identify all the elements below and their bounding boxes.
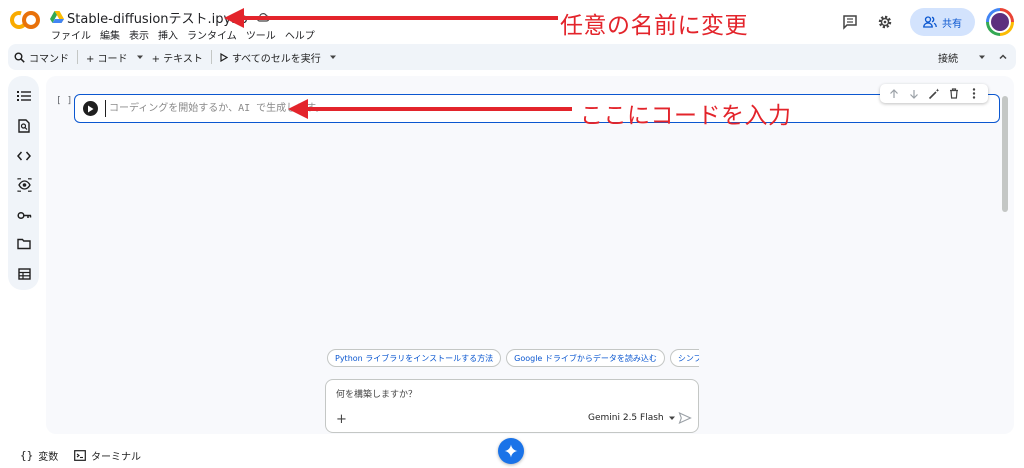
left-sidebar	[8, 76, 39, 290]
connect-button[interactable]: 接続	[938, 50, 958, 65]
annotation-code-here: ここにコードを入力	[580, 103, 792, 129]
add-code-label: + コード	[86, 53, 128, 65]
menu-edit[interactable]: 編集	[100, 27, 120, 42]
more-options-button[interactable]	[967, 87, 981, 101]
eye-icon	[16, 178, 32, 192]
sidebar-item-data-table[interactable]	[16, 266, 32, 282]
run-cell-button[interactable]	[83, 101, 98, 116]
annotation-arrow	[288, 99, 572, 119]
sidebar-item-search[interactable]	[16, 118, 32, 134]
caret-down-icon	[668, 416, 675, 420]
toolbar-divider	[210, 50, 212, 64]
gemini-button[interactable]	[498, 438, 524, 464]
annotation-arrow	[224, 8, 558, 28]
arrow-down-icon	[910, 89, 918, 99]
avatar-image	[989, 11, 1011, 33]
run-all-dropdown[interactable]	[327, 46, 339, 68]
search-icon	[14, 52, 25, 63]
gemini-prompt-box: + Gemini 2.5 Flash	[325, 379, 699, 433]
settings-button[interactable]	[872, 9, 898, 35]
comments-button[interactable]	[837, 9, 863, 35]
caret-down-icon	[329, 55, 336, 59]
menu-view[interactable]: 表示	[129, 27, 149, 42]
play-outline-icon	[220, 52, 228, 62]
cell-toolbar	[880, 84, 988, 103]
magic-wand-icon	[928, 88, 940, 99]
variables-icon: {}	[20, 449, 34, 462]
command-label: コマンド	[29, 53, 69, 65]
suggestion-chip[interactable]: Python ライブラリをインストールする方法	[327, 349, 502, 367]
sidebar-item-variables[interactable]	[16, 177, 32, 193]
cell-execution-count: [ ]	[56, 96, 73, 106]
model-name: Gemini 2.5 Flash	[588, 413, 664, 423]
command-palette-button[interactable]: コマンド	[8, 46, 75, 68]
run-all-label: すべてのセルを実行	[231, 53, 321, 65]
share-label: 共有	[942, 18, 962, 30]
toolbar-divider	[77, 50, 78, 64]
comment-icon	[843, 15, 857, 30]
trash-icon	[950, 88, 958, 99]
terminal-label: ターミナル	[91, 452, 141, 463]
caret-down-icon	[136, 55, 143, 59]
add-code-dropdown[interactable]	[134, 46, 146, 68]
variables-label: 変数	[38, 452, 59, 463]
suggestion-chip[interactable]: シンプルな M	[669, 349, 699, 367]
sparkle-icon	[504, 444, 518, 458]
chevron-up-icon[interactable]	[998, 52, 1008, 62]
suggestion-chip[interactable]: Google ドライブからデータを読み込む	[506, 349, 665, 367]
add-code-button[interactable]: + コード	[80, 46, 134, 68]
notebook-title[interactable]: Stable-diffusionテスト.ipynb	[67, 8, 248, 27]
people-icon	[923, 16, 937, 28]
toc-icon	[17, 91, 31, 101]
header-actions: 共有	[828, 8, 1014, 36]
delete-cell-button[interactable]	[947, 87, 961, 101]
terminal-icon	[74, 450, 86, 461]
table-icon	[17, 268, 31, 280]
menu-file[interactable]: ファイル	[51, 27, 91, 42]
gear-icon	[878, 15, 892, 29]
model-selector[interactable]: Gemini 2.5 Flash	[588, 413, 676, 423]
find-in-page-icon	[18, 119, 30, 133]
more-vert-icon	[972, 88, 976, 99]
folder-icon	[17, 238, 31, 250]
arrow-up-icon	[890, 88, 898, 98]
add-text-button[interactable]: + テキスト	[146, 46, 209, 68]
run-all-button[interactable]: すべてのセルを実行	[214, 46, 327, 68]
add-attachment-icon[interactable]: +	[336, 412, 347, 427]
add-text-label: + テキスト	[151, 53, 203, 65]
sidebar-item-code-snippets[interactable]	[16, 148, 32, 164]
code-icon	[17, 151, 31, 161]
play-icon	[88, 105, 94, 112]
annotation-rename: 任意の名前に変更	[560, 13, 748, 39]
sidebar-item-files[interactable]	[16, 236, 32, 252]
share-button[interactable]: 共有	[910, 8, 975, 36]
google-drive-icon	[50, 11, 64, 23]
sidebar-item-secrets[interactable]	[16, 207, 32, 223]
key-icon	[16, 211, 31, 219]
notebook-toolbar: コマンド + コード + テキスト すべてのセルを実行 接続	[8, 44, 1016, 70]
move-cell-up-button[interactable]	[887, 87, 901, 101]
suggestion-chips: Python ライブラリをインストールする方法 Google ドライブからデータ…	[327, 349, 699, 367]
move-cell-down-button[interactable]	[907, 87, 921, 101]
avatar[interactable]	[986, 8, 1014, 36]
gemini-prompt-input[interactable]	[336, 387, 676, 403]
terminal-button[interactable]: ターミナル	[74, 448, 141, 463]
menu-insert[interactable]: 挿入	[158, 27, 178, 42]
sidebar-item-toc[interactable]	[16, 88, 32, 104]
ai-generate-button[interactable]	[927, 87, 941, 101]
runtime-controls: 接続	[938, 50, 1016, 65]
send-icon[interactable]	[678, 411, 692, 425]
variables-button[interactable]: {} 変数	[20, 448, 58, 463]
notebook-scrollbar[interactable]	[1002, 96, 1008, 212]
caret-down-icon[interactable]	[978, 53, 986, 61]
colab-logo[interactable]	[10, 10, 40, 30]
